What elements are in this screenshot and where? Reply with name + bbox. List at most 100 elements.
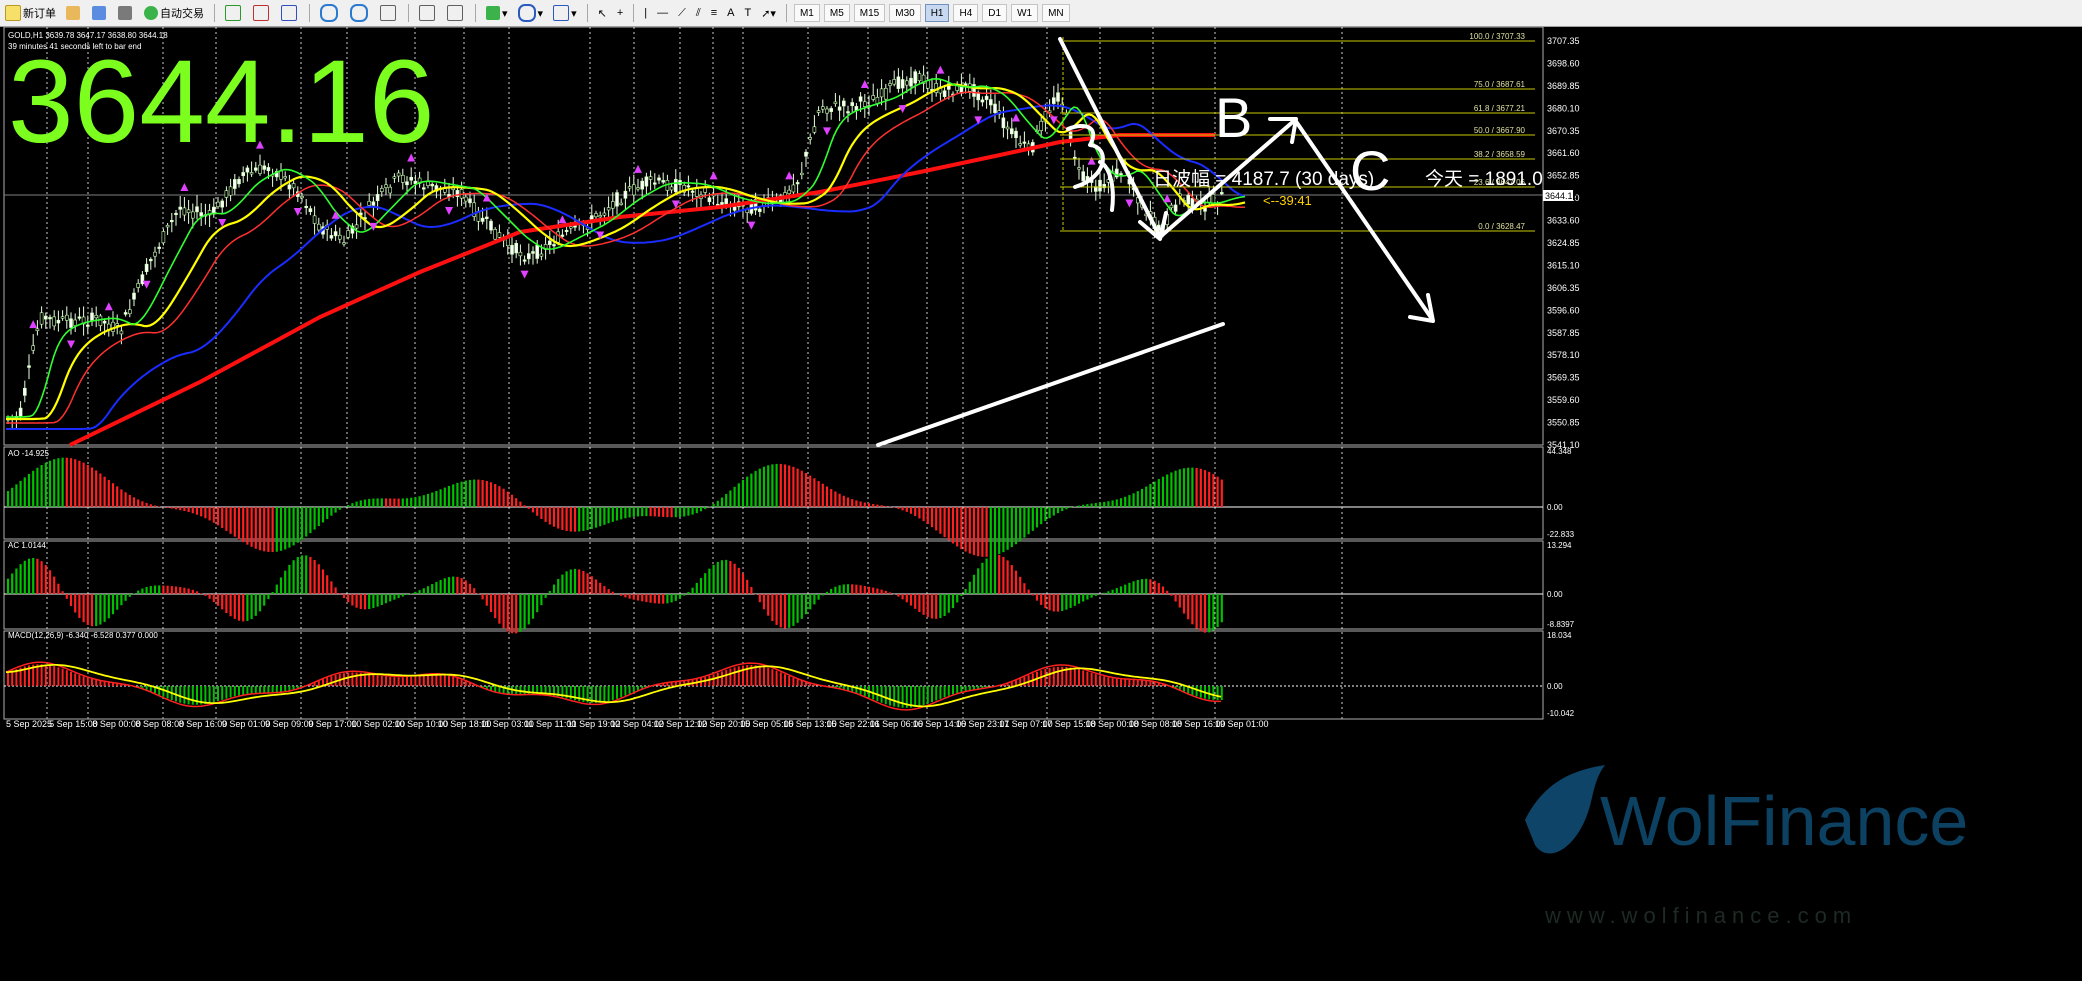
candle-body <box>1039 120 1043 131</box>
candle-body <box>707 197 712 203</box>
fibonacci-button[interactable]: ≡ <box>707 2 721 24</box>
autoscroll-button[interactable] <box>443 2 469 24</box>
candle-body <box>329 235 334 239</box>
crosshair-tool-button[interactable]: + <box>613 2 627 24</box>
price-axis-label: 3596.60 <box>1547 305 1580 315</box>
candle-body <box>316 223 321 231</box>
timeframe-mn[interactable]: MN <box>1042 4 1070 22</box>
time-axis-label: 9 Sep 17:00 <box>308 719 357 729</box>
candle-body <box>220 200 224 208</box>
candle-body <box>228 186 233 196</box>
zoom-out-button[interactable] <box>346 2 374 24</box>
candle-body <box>825 108 829 114</box>
candle-body <box>304 205 309 209</box>
candle-body <box>174 212 178 216</box>
new-order-button[interactable]: 新订单 <box>1 2 60 24</box>
trendline-button[interactable]: ⟋ <box>674 2 690 24</box>
candle-body <box>879 88 884 98</box>
time-axis-label: 9 Sep 01:00 <box>222 719 271 729</box>
candle-body <box>333 231 338 237</box>
candle-body <box>514 243 519 254</box>
tile-windows-button[interactable] <box>376 2 402 24</box>
candle-body <box>657 177 661 181</box>
timeframe-h1[interactable]: H1 <box>924 4 950 22</box>
candle-body <box>539 253 544 257</box>
horizontal-line-button[interactable]: — <box>653 2 672 24</box>
candle-body <box>1169 204 1174 209</box>
candle-body <box>468 198 472 204</box>
candle-body <box>627 186 632 189</box>
candle-body <box>119 330 124 335</box>
candle-body <box>598 215 603 218</box>
auto-trading-button[interactable]: 自动交易 <box>140 2 208 24</box>
navigator-button[interactable] <box>62 2 86 24</box>
templates-button[interactable]: ▾ <box>549 2 581 24</box>
market-watch-icon <box>92 6 106 20</box>
fib-level-label: 61.8 / 3677.21 <box>1474 104 1526 113</box>
chart-canvas[interactable]: 3707.35 3698.60 3689.85 3680.10 3670.35 3661.… <box>0 26 2082 976</box>
candle-body <box>795 182 800 185</box>
vertical-line-button[interactable]: | <box>640 2 651 24</box>
time-axis-label: 8 Sep 08:00 <box>136 719 185 729</box>
candle-body <box>195 206 199 213</box>
arrows-icon: ➚▾ <box>761 7 776 20</box>
label-tool-button[interactable]: T <box>740 2 755 24</box>
timeframe-w1[interactable]: W1 <box>1011 4 1039 22</box>
ac-axis-label: 0.00 <box>1547 590 1563 599</box>
candle-body <box>90 312 94 321</box>
candle-body <box>1186 194 1190 205</box>
indicators-button[interactable]: ▾ <box>482 2 512 24</box>
candle-body <box>1098 179 1102 192</box>
candle-body <box>1005 126 1010 130</box>
auto-trading-icon <box>144 6 158 20</box>
candle-body <box>346 230 351 238</box>
price-axis-label: 3559.60 <box>1547 395 1580 405</box>
toolbar-separator <box>785 4 787 22</box>
timeframe-d1[interactable]: D1 <box>982 4 1008 22</box>
candle-body <box>631 184 636 196</box>
timeframe-h4[interactable]: H4 <box>953 4 979 22</box>
candle-body <box>312 215 317 224</box>
market-watch-button[interactable] <box>88 2 112 24</box>
candle-body <box>1119 173 1123 176</box>
chart-window[interactable]: 3707.35 3698.60 3689.85 3680.10 3670.35 3661.… <box>0 26 2082 976</box>
text-tool-button[interactable]: A <box>723 2 738 24</box>
text-icon: A <box>727 7 735 19</box>
candle-body <box>392 176 397 179</box>
chart-shift-button[interactable] <box>415 2 441 24</box>
cursor-tool-button[interactable]: ↖ <box>594 2 611 24</box>
macd-axis-label: -10.042 <box>1547 709 1575 718</box>
candle-body <box>22 387 27 396</box>
data-window-button[interactable] <box>114 2 138 24</box>
candle-body <box>564 229 569 233</box>
candle-body <box>379 188 384 192</box>
price-axis-label: 3569.35 <box>1547 373 1580 383</box>
price-axis-label: 3624.85 <box>1547 238 1580 248</box>
candle-body <box>60 316 65 319</box>
candle-body <box>988 99 993 106</box>
timeframe-m30[interactable]: M30 <box>889 4 921 22</box>
candle-body <box>497 232 502 238</box>
bar-chart-button[interactable] <box>221 2 247 24</box>
ac-axis-label: 13.294 <box>1547 541 1572 550</box>
candle-body <box>1081 171 1085 182</box>
timeframe-m5[interactable]: M5 <box>823 4 850 22</box>
chart-shift-icon <box>419 5 435 21</box>
periods-button[interactable]: ▾ <box>514 2 548 24</box>
arrows-button[interactable]: ➚▾ <box>757 2 780 24</box>
candle-chart-button[interactable] <box>249 2 275 24</box>
zoom-in-button[interactable] <box>316 2 344 24</box>
channel-button[interactable]: ⫽ <box>692 2 705 24</box>
line-chart-button[interactable] <box>277 2 303 24</box>
candle-body <box>552 244 556 247</box>
candle-body <box>342 242 346 245</box>
toolbar-separator <box>214 4 215 22</box>
line-chart-icon <box>281 5 297 21</box>
candle-body <box>73 319 77 326</box>
timeframe-m1[interactable]: M1 <box>793 4 820 22</box>
price-axis-label: 3587.85 <box>1547 328 1580 338</box>
candle-body <box>909 77 913 87</box>
timeframe-m15[interactable]: M15 <box>853 4 886 22</box>
candle-body <box>421 187 426 190</box>
candle-body <box>396 172 401 177</box>
